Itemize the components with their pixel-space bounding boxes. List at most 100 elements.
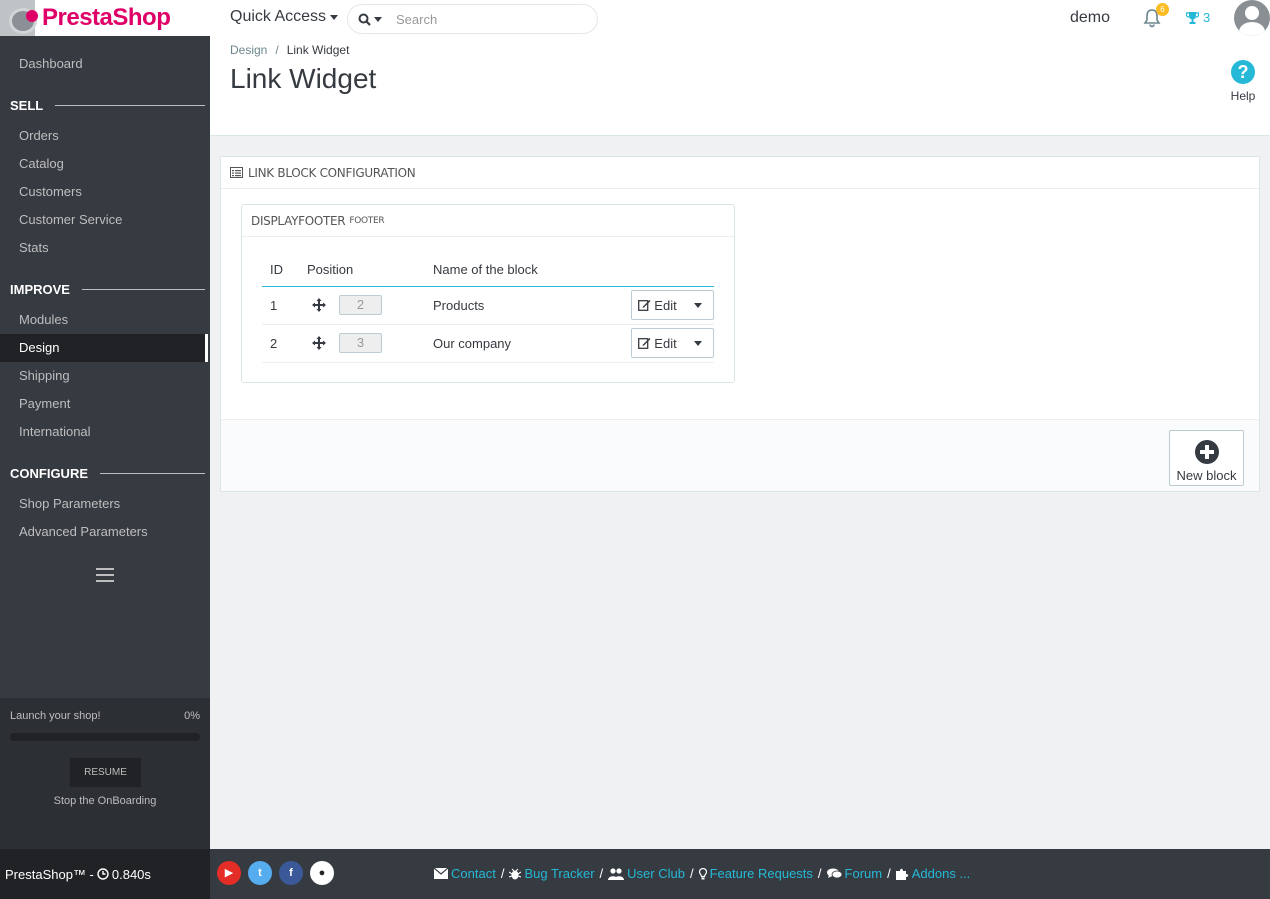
position-cell: 2 bbox=[307, 295, 433, 315]
footer-link-bug-tracker[interactable]: Bug Tracker bbox=[509, 866, 595, 881]
edit-button[interactable]: Edit bbox=[632, 291, 683, 319]
onboarding-title: Launch your shop! bbox=[10, 710, 101, 722]
table-row: 2 3 Our company Edit bbox=[262, 324, 714, 363]
employee-name[interactable]: demo bbox=[1070, 9, 1110, 27]
page-title: Link Widget bbox=[230, 63, 377, 94]
footer-links: Contact / Bug Tracker / User Club / Feature Re… bbox=[434, 866, 970, 881]
breadcrumb-parent[interactable]: Design bbox=[230, 43, 267, 57]
footer-link-separator: / bbox=[887, 866, 891, 881]
search-box bbox=[347, 4, 598, 34]
sidebar-item-advanced-parameters[interactable]: Advanced Parameters bbox=[0, 518, 210, 546]
row-actions: Edit bbox=[589, 286, 714, 325]
new-block-button[interactable]: New block bbox=[1169, 430, 1244, 486]
section-divider bbox=[81, 288, 205, 290]
column-header-id: ID bbox=[262, 253, 307, 287]
position-badge: 3 bbox=[339, 333, 382, 353]
menu-collapse-icon[interactable] bbox=[96, 568, 114, 586]
footer-link-forum[interactable]: Forum bbox=[826, 866, 883, 881]
sidebar-item-catalog[interactable]: Catalog bbox=[0, 150, 210, 178]
footer-link-separator: / bbox=[599, 866, 604, 881]
sidebar-item-shop-parameters[interactable]: Shop Parameters bbox=[0, 490, 210, 518]
column-header-actions bbox=[589, 253, 714, 287]
employee-avatar[interactable] bbox=[1234, 0, 1270, 36]
sidebar-item-orders[interactable]: Orders bbox=[0, 122, 210, 150]
sidebar-item-international[interactable]: International bbox=[0, 418, 210, 446]
footer-link-label: Forum bbox=[844, 866, 883, 881]
sidebar-item-design[interactable]: Design bbox=[0, 334, 208, 362]
lightbulb-icon bbox=[698, 867, 707, 879]
footer-link-contact[interactable]: Contact bbox=[434, 866, 496, 881]
drag-handle-icon[interactable] bbox=[312, 298, 326, 312]
footer-link-label: User Club bbox=[627, 866, 685, 881]
drag-handle-icon[interactable] bbox=[312, 336, 326, 350]
resume-button[interactable]: RESUME bbox=[70, 758, 141, 787]
edit-icon bbox=[638, 338, 651, 349]
footer-link-separator: / bbox=[689, 866, 694, 881]
question-circle-icon: ? bbox=[1231, 60, 1255, 84]
breadcrumb-separator: / bbox=[275, 43, 279, 57]
quick-access-dropdown[interactable]: Quick Access bbox=[230, 8, 339, 26]
github-icon[interactable]: ● bbox=[310, 861, 334, 885]
sidebar-section-configure: CONFIGURE bbox=[10, 463, 205, 483]
caret-down-icon bbox=[694, 302, 702, 308]
twitter-icon[interactable]: t bbox=[248, 861, 272, 885]
sidebar-item-customer-service[interactable]: Customer Service bbox=[0, 206, 210, 234]
sidebar-item-payment[interactable]: Payment bbox=[0, 390, 210, 418]
link-block-panel: LINK BLOCK CONFIGURATION DISPLAYFOOTER F… bbox=[220, 156, 1260, 492]
search-icon bbox=[358, 13, 371, 26]
logo-text: PrestaShop bbox=[42, 4, 171, 31]
edit-label: Edit bbox=[654, 297, 677, 313]
row-action-group: Edit bbox=[631, 290, 714, 320]
footer-link-separator: / bbox=[500, 866, 505, 881]
row-position: 2 bbox=[307, 286, 433, 325]
envelope-icon bbox=[434, 868, 448, 879]
facebook-icon[interactable]: f bbox=[279, 861, 303, 885]
footer-link-addons[interactable]: Addons ... bbox=[895, 866, 970, 881]
sidebar-item-shipping[interactable]: Shipping bbox=[0, 362, 210, 390]
footer-link-user-club[interactable]: User Club bbox=[608, 866, 685, 881]
onboarding-progress-label: 0% bbox=[184, 710, 200, 722]
row-block-name: Products bbox=[433, 286, 590, 325]
list-alt-icon bbox=[230, 167, 243, 178]
page-head: Design / Link Widget Link Widget ? Help bbox=[210, 36, 1270, 136]
trophy-icon bbox=[1186, 11, 1199, 24]
prestashop-logo[interactable]: PrestaShop bbox=[0, 0, 210, 36]
clock-icon bbox=[97, 868, 109, 880]
row-dropdown-toggle[interactable] bbox=[683, 329, 713, 357]
caret-down-icon bbox=[374, 16, 382, 22]
youtube-icon[interactable]: ▶ bbox=[217, 861, 241, 885]
footer-link-separator: / bbox=[817, 866, 822, 881]
onboarding-progress-bar bbox=[10, 733, 200, 741]
footer-version: PrestaShop™ - 0.840s bbox=[0, 849, 210, 899]
comments-icon bbox=[826, 868, 842, 879]
stop-onboarding-link[interactable]: Stop the OnBoarding bbox=[0, 795, 210, 807]
row-dropdown-toggle[interactable] bbox=[683, 291, 713, 319]
hook-name: DISPLAYFOOTER bbox=[251, 213, 346, 228]
sidebar-section-sell: SELL bbox=[10, 95, 205, 115]
sidebar-nav: Dashboard SELL Orders Catalog Customers Custo… bbox=[0, 36, 210, 849]
panel-heading-text: LINK BLOCK CONFIGURATION bbox=[248, 165, 416, 180]
trophy-button[interactable]: 3 bbox=[1186, 10, 1210, 25]
search-input[interactable] bbox=[396, 11, 586, 27]
edit-button[interactable]: Edit bbox=[632, 329, 683, 357]
edit-label: Edit bbox=[654, 335, 677, 351]
help-button[interactable]: ? Help bbox=[1228, 60, 1258, 103]
section-divider bbox=[100, 472, 205, 474]
footer-link-label: Bug Tracker bbox=[524, 866, 595, 881]
sidebar-section-label: CONFIGURE bbox=[10, 465, 88, 481]
table-header-row: ID Position Name of the block bbox=[262, 253, 714, 287]
plus-circle-icon bbox=[1194, 440, 1219, 464]
row-position: 3 bbox=[307, 324, 433, 363]
sidebar-item-modules[interactable]: Modules bbox=[0, 306, 210, 334]
column-header-position: Position bbox=[307, 253, 433, 287]
sidebar-item-customers[interactable]: Customers bbox=[0, 178, 210, 206]
sidebar-section-label: SELL bbox=[10, 97, 44, 113]
row-id: 1 bbox=[262, 286, 307, 325]
help-label: Help bbox=[1230, 89, 1256, 103]
search-type-button[interactable] bbox=[348, 13, 388, 26]
edit-icon bbox=[638, 300, 651, 311]
sidebar-item-stats[interactable]: Stats bbox=[0, 234, 210, 262]
footer-link-feature-requests[interactable]: Feature Requests bbox=[698, 866, 813, 881]
caret-down-icon bbox=[330, 14, 339, 20]
sidebar-item-dashboard[interactable]: Dashboard bbox=[0, 50, 210, 78]
